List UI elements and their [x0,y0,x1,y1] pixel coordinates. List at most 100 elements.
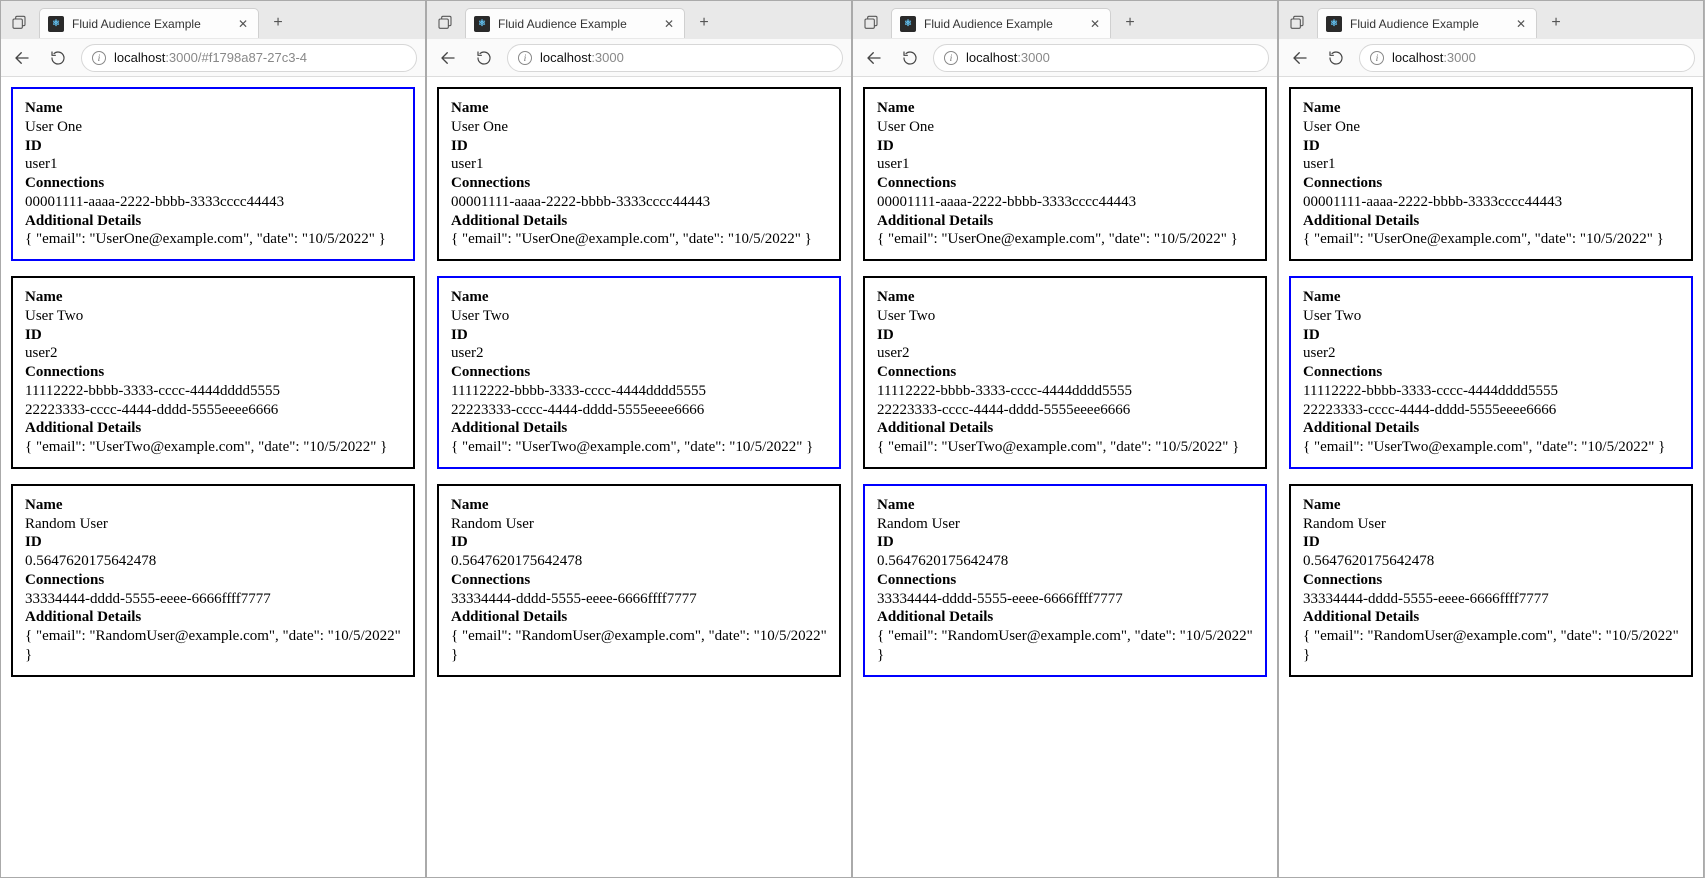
tab-bar: ⚛Fluid Audience Example✕+ [427,1,851,39]
card-details-label: Additional Details [1303,419,1679,438]
audience-card[interactable]: NameUser OneIDuser1Connections00001111-a… [437,87,841,261]
card-id-value: user2 [25,344,401,363]
audience-card[interactable]: NameRandom UserID0.5647620175642478Conne… [11,484,415,677]
card-details-value: { "email": "RandomUser@example.com", "da… [25,627,401,665]
reload-button[interactable] [45,45,71,71]
card-name-label: Name [25,496,401,515]
card-name-value: User One [1303,118,1679,137]
card-details-label: Additional Details [877,608,1253,627]
browser-window: ⚛Fluid Audience Example✕+ ilocalhost:3000… [852,0,1278,878]
card-id-label: ID [25,137,401,156]
audience-card[interactable]: NameUser OneIDuser1Connections00001111-a… [863,87,1267,261]
new-tab-button[interactable]: + [1543,10,1569,36]
card-name-value: User One [25,118,401,137]
card-details-value: { "email": "UserOne@example.com", "date"… [25,230,401,249]
site-info-icon[interactable]: i [92,51,106,65]
audience-card[interactable]: NameUser OneIDuser1Connections00001111-a… [11,87,415,261]
tabs-overview-icon[interactable] [9,13,29,33]
card-details-value: { "email": "UserOne@example.com", "date"… [877,230,1253,249]
back-button[interactable] [435,45,461,71]
close-icon[interactable]: ✕ [236,17,250,31]
card-name-value: Random User [451,515,827,534]
card-id-value: 0.5647620175642478 [877,552,1253,571]
tab-favicon: ⚛ [48,16,64,32]
card-name-label: Name [25,288,401,307]
address-bar[interactable]: ilocalhost:3000 [933,44,1269,72]
reload-button[interactable] [897,45,923,71]
card-name-label: Name [451,288,827,307]
audience-card[interactable]: NameUser TwoIDuser2Connections11112222-b… [1289,276,1693,469]
card-name-value: User Two [451,307,827,326]
card-name-value: Random User [877,515,1253,534]
back-button[interactable] [1287,45,1313,71]
audience-card[interactable]: NameRandom UserID0.5647620175642478Conne… [863,484,1267,677]
new-tab-button[interactable]: + [1117,10,1143,36]
back-button[interactable] [861,45,887,71]
card-name-value: User Two [1303,307,1679,326]
address-bar[interactable]: ilocalhost:3000 [507,44,843,72]
card-details-value: { "email": "RandomUser@example.com", "da… [1303,627,1679,665]
url-text: localhost:3000 [1392,50,1476,65]
card-connection-id: 22223333-cccc-4444-dddd-5555eeee6666 [1303,401,1679,420]
card-name-label: Name [1303,496,1679,515]
card-id-label: ID [451,326,827,345]
card-name-label: Name [877,496,1253,515]
tabs-overview-icon[interactable] [435,13,455,33]
card-id-label: ID [877,326,1253,345]
back-button[interactable] [9,45,35,71]
close-icon[interactable]: ✕ [1514,17,1528,31]
tab-bar: ⚛Fluid Audience Example✕+ [853,1,1277,39]
tabs-overview-icon[interactable] [1287,13,1307,33]
card-name-value: User One [877,118,1253,137]
site-info-icon[interactable]: i [1370,51,1384,65]
card-name-value: Random User [1303,515,1679,534]
card-details-label: Additional Details [25,608,401,627]
audience-card[interactable]: NameRandom UserID0.5647620175642478Conne… [437,484,841,677]
card-connections-label: Connections [25,174,401,193]
card-connection-id: 00001111-aaaa-2222-bbbb-3333cccc44443 [25,193,401,212]
card-connections-label: Connections [877,571,1253,590]
address-bar[interactable]: i localhost:3000 [1359,44,1695,72]
browser-tab[interactable]: ⚛Fluid Audience Example✕ [465,8,685,38]
reload-button[interactable] [1323,45,1349,71]
card-connections-label: Connections [451,174,827,193]
card-id-label: ID [1303,137,1679,156]
toolbar: ilocalhost:3000/#f1798a87-27c3-4 [1,39,425,77]
card-name-value: Random User [25,515,401,534]
browser-tab[interactable]: ⚛Fluid Audience Example✕ [1317,8,1537,38]
browser-tab[interactable]: ⚛Fluid Audience Example✕ [891,8,1111,38]
card-connections-label: Connections [25,571,401,590]
card-connection-id: 11112222-bbbb-3333-cccc-4444dddd5555 [25,382,401,401]
card-id-value: user1 [1303,155,1679,174]
close-icon[interactable]: ✕ [1088,17,1102,31]
card-connections-label: Connections [451,571,827,590]
card-details-value: { "email": "UserTwo@example.com", "date"… [25,438,401,457]
card-name-label: Name [451,496,827,515]
card-id-value: user2 [877,344,1253,363]
card-id-value: 0.5647620175642478 [451,552,827,571]
card-details-value: { "email": "UserTwo@example.com", "date"… [451,438,827,457]
audience-card[interactable]: NameUser OneIDuser1Connections00001111-a… [1289,87,1693,261]
audience-card[interactable]: NameUser TwoIDuser2Connections11112222-b… [437,276,841,469]
close-icon[interactable]: ✕ [662,17,676,31]
card-details-label: Additional Details [25,212,401,231]
audience-card[interactable]: NameUser TwoIDuser2Connections11112222-b… [863,276,1267,469]
reload-button[interactable] [471,45,497,71]
tabs-overview-icon[interactable] [861,13,881,33]
new-tab-button[interactable]: + [265,10,291,36]
card-id-label: ID [1303,533,1679,552]
site-info-icon[interactable]: i [518,51,532,65]
card-id-value: 0.5647620175642478 [1303,552,1679,571]
browser-tab[interactable]: ⚛Fluid Audience Example✕ [39,8,259,38]
card-details-label: Additional Details [877,212,1253,231]
tab-favicon: ⚛ [474,16,490,32]
address-bar[interactable]: ilocalhost:3000/#f1798a87-27c3-4 [81,44,417,72]
browser-window: ⚛Fluid Audience Example✕+ ilocalhost:3000… [0,0,426,878]
site-info-icon[interactable]: i [944,51,958,65]
audience-card[interactable]: NameRandom UserID0.5647620175642478Conne… [1289,484,1693,677]
audience-card[interactable]: NameUser TwoIDuser2Connections11112222-b… [11,276,415,469]
card-details-label: Additional Details [1303,212,1679,231]
card-details-value: { "email": "UserTwo@example.com", "date"… [877,438,1253,457]
new-tab-button[interactable]: + [691,10,717,36]
tab-bar: ⚛Fluid Audience Example✕+ [1279,1,1703,39]
